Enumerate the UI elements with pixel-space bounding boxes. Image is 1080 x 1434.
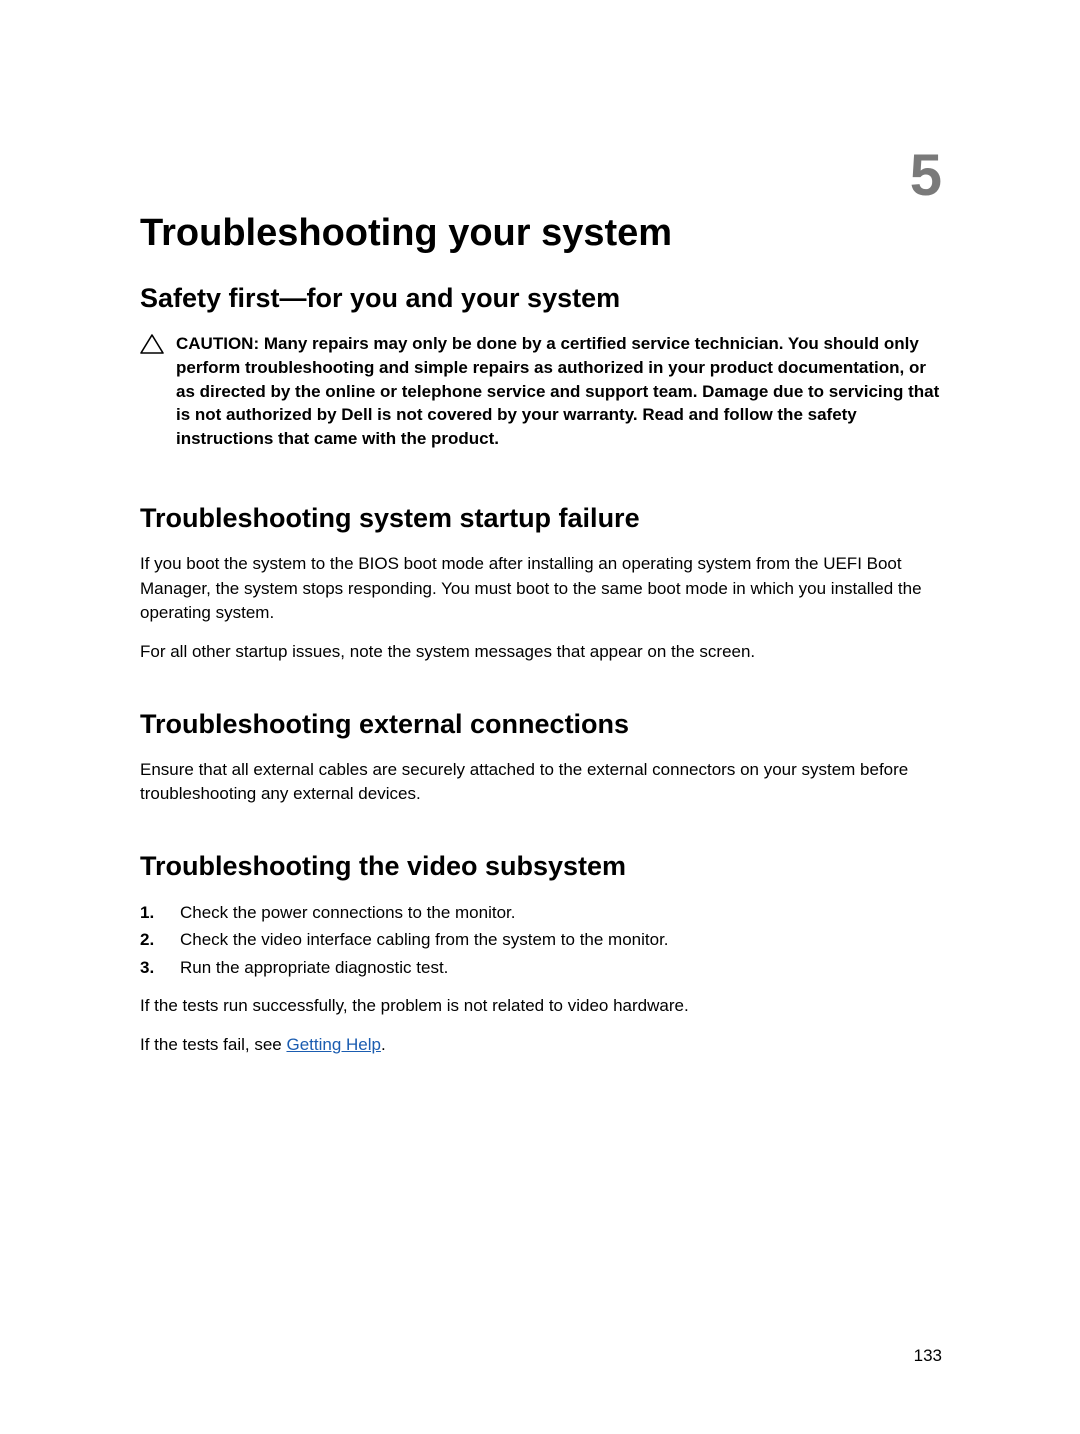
paragraph: For all other startup issues, note the s… xyxy=(140,640,942,665)
chapter-number: 5 xyxy=(910,142,942,209)
ordered-list: Check the power connections to the monit… xyxy=(140,900,942,981)
caution-block: CAUTION: Many repairs may only be done b… xyxy=(140,332,942,451)
paragraph: Ensure that all external cables are secu… xyxy=(140,758,942,807)
heading-video: Troubleshooting the video subsystem xyxy=(140,851,942,882)
section-external: Troubleshooting external connections Ens… xyxy=(140,709,942,807)
paragraph: If the tests run successfully, the probl… xyxy=(140,994,942,1019)
list-item: Check the video interface cabling from t… xyxy=(140,927,942,953)
caution-icon xyxy=(140,334,164,354)
section-startup: Troubleshooting system startup failure I… xyxy=(140,503,942,665)
text-span: If the tests fail, see xyxy=(140,1035,286,1054)
heading-safety: Safety first—for you and your system xyxy=(140,283,942,314)
caution-text: CAUTION: Many repairs may only be done b… xyxy=(176,332,942,451)
section-video: Troubleshooting the video subsystem Chec… xyxy=(140,851,942,1058)
page-title: Troubleshooting your system xyxy=(140,212,942,255)
heading-startup: Troubleshooting system startup failure xyxy=(140,503,942,534)
list-item: Run the appropriate diagnostic test. xyxy=(140,955,942,981)
section-safety: Safety first—for you and your system CAU… xyxy=(140,283,942,451)
paragraph: If you boot the system to the BIOS boot … xyxy=(140,552,942,626)
heading-external: Troubleshooting external connections xyxy=(140,709,942,740)
page-number: 133 xyxy=(914,1346,942,1366)
list-item: Check the power connections to the monit… xyxy=(140,900,942,926)
paragraph: If the tests fail, see Getting Help. xyxy=(140,1033,942,1058)
getting-help-link[interactable]: Getting Help xyxy=(286,1035,381,1054)
document-page: 5 Troubleshooting your system Safety fir… xyxy=(0,0,1080,1058)
text-span: . xyxy=(381,1035,386,1054)
